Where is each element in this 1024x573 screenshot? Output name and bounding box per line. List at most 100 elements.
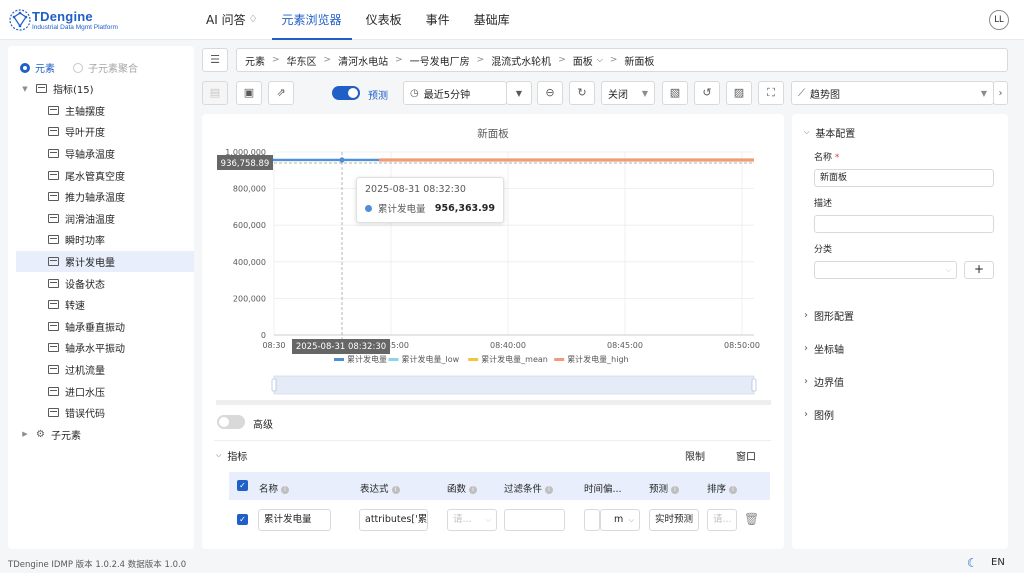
tree-item-metric[interactable]: 推力轴承温度 bbox=[16, 186, 194, 208]
chart-image-button[interactable]: ▨ bbox=[726, 81, 752, 105]
chart-type-select[interactable]: ⟋ 趋势图 ▼ bbox=[791, 81, 994, 105]
filter-input[interactable] bbox=[504, 509, 565, 531]
save-button[interactable]: ▣ bbox=[236, 81, 262, 105]
axis-config-header[interactable]: › 坐标轴 bbox=[804, 341, 844, 356]
auto-refresh-select[interactable]: 关闭 ▼ bbox=[601, 81, 655, 105]
radio-child-aggregate[interactable]: 子元素聚合 bbox=[73, 60, 138, 75]
collapse-tree-button[interactable]: ☰ bbox=[202, 48, 228, 72]
breadcrumb-item[interactable]: 新面板 bbox=[624, 53, 654, 68]
add-category-button[interactable]: + bbox=[964, 261, 994, 279]
zoom-out-button[interactable]: ⊖ bbox=[537, 81, 563, 105]
tree-item-label: 轴承水平振动 bbox=[65, 344, 125, 356]
legend-config-header[interactable]: › 图例 bbox=[804, 407, 834, 422]
tree-item-metric[interactable]: 过机流量 bbox=[16, 359, 194, 381]
time-offset-input[interactable] bbox=[584, 509, 600, 531]
tree-item-metric[interactable]: 润滑油温度 bbox=[16, 208, 194, 230]
graph-config-header[interactable]: › 图形配置 bbox=[804, 308, 854, 323]
info-icon[interactable]: i bbox=[281, 486, 290, 494]
fullscreen-button[interactable]: ⛶ bbox=[758, 81, 784, 105]
tree-item-metric[interactable]: 轴承水平振动 bbox=[16, 337, 194, 359]
user-avatar[interactable]: LL bbox=[989, 10, 1009, 30]
nav-events[interactable]: 事件 bbox=[416, 0, 460, 40]
brand-logo[interactable]: TDengine Industrial Data Mgmt Platform bbox=[8, 8, 158, 34]
basic-config-header[interactable]: ⌵ 基本配置 bbox=[804, 125, 855, 140]
breadcrumb-item[interactable]: 清河水电站 bbox=[338, 53, 388, 68]
info-icon[interactable]: i bbox=[469, 486, 478, 494]
name-input[interactable]: 新面板 bbox=[814, 169, 994, 187]
description-input[interactable] bbox=[814, 215, 994, 233]
delete-row-icon[interactable]: 🗑 bbox=[744, 512, 759, 526]
dark-mode-icon[interactable]: ☾ bbox=[967, 556, 978, 570]
nav-library[interactable]: 基础库 bbox=[464, 0, 520, 40]
forecast-toggle[interactable] bbox=[332, 86, 360, 100]
function-select[interactable]: 请... ⌵ bbox=[447, 509, 497, 531]
time-unit-select[interactable]: m ⌵ bbox=[600, 509, 640, 531]
tree-item-metric[interactable]: 导轴承温度 bbox=[16, 143, 194, 165]
chevron-right-icon: › bbox=[804, 376, 808, 387]
tree-group-metrics[interactable]: ▼ 指标(15) bbox=[16, 78, 194, 100]
tree-item-label: 进口水压 bbox=[65, 387, 105, 399]
breadcrumb-item[interactable]: 华东区 bbox=[287, 53, 317, 68]
tree-item-metric[interactable]: 累计发电量 bbox=[16, 250, 194, 273]
boundary-config-header[interactable]: › 边界值 bbox=[804, 374, 844, 389]
tree-item-metric[interactable]: 瞬时功率 bbox=[16, 229, 194, 251]
radio-dot bbox=[20, 62, 30, 73]
time-range-select[interactable]: ◷ 最近5分钟 bbox=[403, 81, 507, 105]
metrics-section-header[interactable]: ⌵ 指标 bbox=[216, 448, 247, 463]
tree-item-metric[interactable]: 轴承垂直振动 bbox=[16, 316, 194, 338]
select-all-checkbox[interactable]: ✓ bbox=[237, 480, 248, 491]
screenshot-button[interactable]: ▧ bbox=[662, 81, 688, 105]
info-icon[interactable]: i bbox=[545, 486, 554, 494]
caret-right-icon[interactable]: ▶ bbox=[20, 430, 30, 438]
col-filter: 过滤条件 i bbox=[504, 481, 554, 495]
radio-elements[interactable]: 元素 bbox=[20, 60, 55, 75]
name-label-text: 名称 bbox=[814, 153, 833, 163]
breadcrumb-separator: > bbox=[476, 55, 485, 65]
chevron-down-icon[interactable]: ⌵ bbox=[597, 55, 603, 65]
nav-dashboard[interactable]: 仪表板 bbox=[356, 0, 412, 40]
info-icon[interactable]: i bbox=[729, 486, 738, 494]
breadcrumb-item[interactable]: 元素 bbox=[245, 53, 265, 68]
advanced-toggle[interactable] bbox=[217, 415, 245, 429]
zoom-slider-handle-right[interactable] bbox=[751, 378, 757, 392]
x-tick-label: 08:30 bbox=[262, 341, 285, 350]
metric-icon bbox=[48, 343, 59, 353]
tree-item-metric[interactable]: 设备状态 bbox=[16, 272, 194, 294]
category-select[interactable]: ⌵ bbox=[814, 261, 957, 279]
trend-chart[interactable]: 新面板 0200,000400,000600,000800,0001,000,0… bbox=[202, 114, 784, 414]
tree-item-metric[interactable]: 尾水管真空度 bbox=[16, 164, 194, 186]
graph-config-title: 图形配置 bbox=[814, 312, 854, 323]
tree-item-metric[interactable]: 导叶开度 bbox=[16, 121, 194, 143]
collapse-config-button[interactable]: › bbox=[993, 81, 1008, 105]
info-icon[interactable]: i bbox=[391, 486, 400, 494]
tree-item-metric[interactable]: 转速 bbox=[16, 294, 194, 316]
row-checkbox[interactable]: ✓ bbox=[237, 514, 248, 525]
expression-input[interactable]: attributes['累 bbox=[359, 509, 428, 531]
refresh-button[interactable]: ↻ bbox=[569, 81, 595, 105]
tree-item-metric[interactable]: 主轴摆度 bbox=[16, 100, 194, 122]
tree-item-metric[interactable]: 错误代码 bbox=[16, 402, 194, 424]
nav-element-browser[interactable]: 元素浏览器 bbox=[271, 0, 352, 40]
time-range-dropdown-button[interactable]: ▼ bbox=[506, 81, 532, 105]
zoom-slider-track[interactable] bbox=[273, 375, 755, 395]
sort-select[interactable]: 请... bbox=[707, 509, 737, 531]
breadcrumb-item[interactable]: 一号发电厂房 bbox=[410, 53, 470, 68]
metric-name-input[interactable]: 累计发电量 bbox=[258, 509, 331, 531]
table-row: ✓ 累计发电量 attributes['累 请... ⌵ m ⌵ 实时预测 请...… bbox=[229, 502, 770, 538]
history-button[interactable]: ↺ bbox=[694, 81, 720, 105]
caret-down-icon[interactable]: ▼ bbox=[20, 85, 30, 93]
language-switch[interactable]: EN bbox=[991, 557, 1005, 568]
forecast-select[interactable]: 实时预测 bbox=[649, 509, 699, 531]
info-icon[interactable]: i bbox=[671, 486, 680, 494]
breadcrumb-item[interactable]: 混流式水轮机 bbox=[491, 53, 551, 68]
document-button[interactable]: ▤ bbox=[202, 81, 228, 105]
tree-item-metric[interactable]: 进口水压 bbox=[16, 380, 194, 402]
data-zoom-slider[interactable] bbox=[216, 375, 771, 405]
metric-icon bbox=[48, 321, 59, 331]
nav-ai-qa[interactable]: AI 问答 ♢ bbox=[196, 0, 268, 40]
breadcrumb-item[interactable]: 面板 bbox=[573, 53, 593, 68]
tree-group-children[interactable]: ▶ ⚙ 子元素 bbox=[16, 424, 194, 446]
zoom-slider-handle-left[interactable] bbox=[271, 378, 277, 392]
export-button[interactable]: ⇗ bbox=[268, 81, 294, 105]
metrics-section-title: 指标 bbox=[227, 452, 248, 463]
